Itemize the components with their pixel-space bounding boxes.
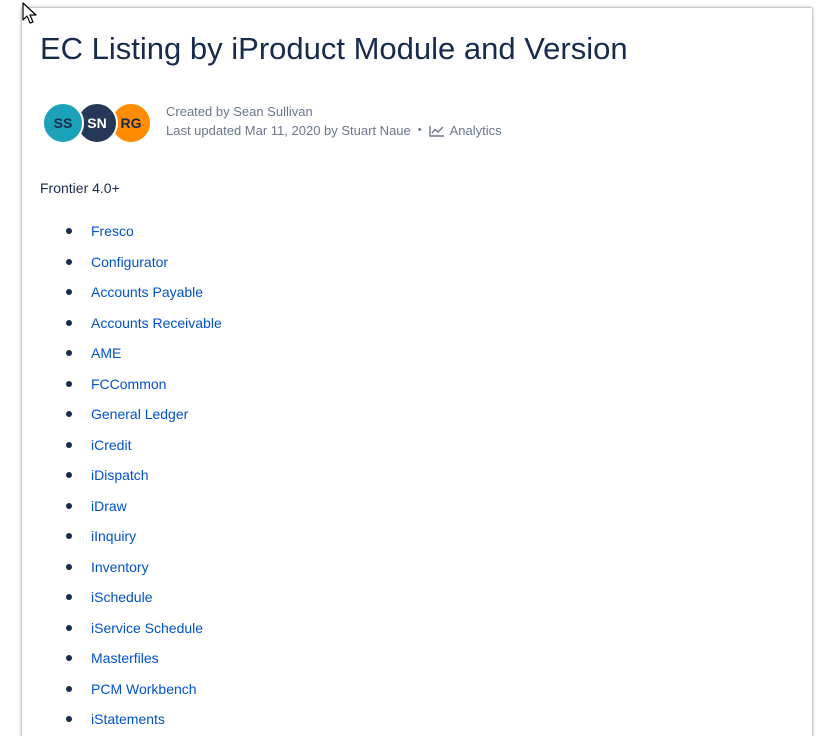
contributor-avatars[interactable]: SS SN RG [42,102,152,144]
list-item: PCM Workbench [40,674,222,705]
mouse-cursor-icon [22,2,37,24]
page-byline: SS SN RG Created by Sean Sullivan Last u… [42,102,502,144]
module-link[interactable]: iInquiry [91,528,136,544]
module-link[interactable]: Fresco [91,223,134,239]
bullet-icon [66,350,72,357]
bullet-icon [66,472,72,479]
module-link[interactable]: Inventory [91,559,149,575]
list-item: iInquiry [40,521,222,552]
avatar-initials: SN [87,115,107,131]
module-link[interactable]: iDispatch [91,467,149,483]
list-item: Accounts Payable [40,277,222,308]
module-link[interactable]: Configurator [91,254,168,270]
bullet-icon [66,685,72,692]
list-item: iStatements [40,704,222,735]
created-by-text: Created by Sean Sullivan [166,104,313,119]
list-item: Inventory [40,552,222,583]
version-heading: Frontier 4.0+ [40,180,120,196]
list-item: General Ledger [40,399,222,430]
list-item: AME [40,338,222,369]
module-link[interactable]: iSchedule [91,589,153,605]
module-link[interactable]: iStatements [91,711,165,727]
bullet-icon [66,380,72,387]
module-link[interactable]: AME [91,345,121,361]
avatar[interactable]: SS [42,102,84,144]
list-item: Masterfiles [40,643,222,674]
module-link[interactable]: iDraw [91,498,127,514]
bullet-icon [66,502,72,509]
list-item: iDraw [40,491,222,522]
line-chart-icon[interactable] [428,125,445,137]
bullet-icon [66,533,72,540]
bullet-icon [66,716,72,723]
bullet-icon [66,624,72,631]
module-link[interactable]: FCCommon [91,376,166,392]
bullet-icon [66,319,72,326]
screenshot-canvas: EC Listing by iProduct Module and Versio… [0,0,818,736]
module-link[interactable]: Accounts Payable [91,284,203,300]
byline-text: Created by Sean Sullivan Last updated Ma… [166,102,502,140]
module-link[interactable]: Masterfiles [91,650,159,666]
list-item: iSchedule [40,582,222,613]
bullet-icon [66,655,72,662]
last-updated-text: Last updated Mar 11, 2020 by Stuart Naue [166,123,411,138]
bullet-icon [66,441,72,448]
module-link[interactable]: General Ledger [91,406,188,422]
avatar-initials: SS [53,115,73,131]
analytics-link[interactable]: Analytics [450,121,502,140]
module-link[interactable]: iCredit [91,437,131,453]
avatar-initials: RG [120,115,142,131]
module-link[interactable]: Accounts Receivable [91,315,222,331]
bullet-icon [66,228,72,235]
list-item: FCCommon [40,369,222,400]
bullet-icon [66,258,72,265]
module-list: Fresco Configurator Accounts Payable Accoun… [40,216,222,735]
separator-dot: • [417,124,422,136]
module-link[interactable]: PCM Workbench [91,681,197,697]
bullet-icon [66,411,72,418]
list-item: Configurator [40,247,222,278]
page-title: EC Listing by iProduct Module and Versio… [40,31,628,66]
list-item: Accounts Receivable [40,308,222,339]
last-updated-row: Last updated Mar 11, 2020 by Stuart Naue… [166,121,502,140]
module-link[interactable]: iService Schedule [91,620,203,636]
list-item: iCredit [40,430,222,461]
list-item: iService Schedule [40,613,222,644]
bullet-icon [66,563,72,570]
list-item: iDispatch [40,460,222,491]
bullet-icon [66,594,72,601]
list-item: Fresco [40,216,222,247]
bullet-icon [66,289,72,296]
